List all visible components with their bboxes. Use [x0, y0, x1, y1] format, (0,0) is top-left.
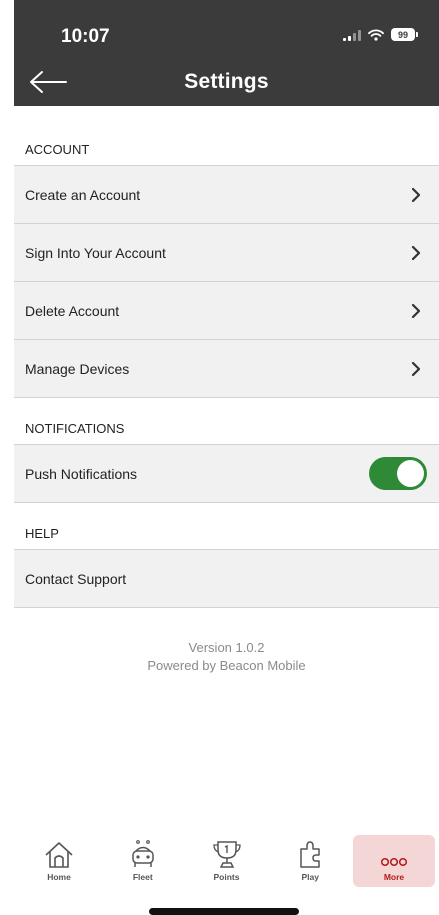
section-header-help: HELP — [14, 503, 439, 550]
create-account-row[interactable]: Create an Account — [14, 166, 439, 224]
puzzle-icon — [300, 841, 320, 868]
section-header-notifications: NOTIFICATIONS — [14, 398, 439, 445]
row-label: Push Notifications — [25, 465, 138, 482]
row-label: Sign Into Your Account — [25, 244, 166, 261]
tab-points[interactable]: Points — [186, 835, 268, 887]
tab-fleet[interactable]: Fleet — [102, 835, 184, 887]
chevron-right-icon — [411, 303, 421, 318]
more-dots-icon — [380, 857, 408, 867]
tab-label: More — [383, 872, 405, 882]
tab-label: Home — [47, 872, 71, 882]
status-icons: 99 — [343, 28, 418, 41]
house-icon — [45, 842, 73, 868]
battery-icon: 99 — [391, 28, 418, 41]
manage-devices-row[interactable]: Manage Devices — [14, 340, 439, 398]
powered-by-text: Powered by Beacon Mobile — [147, 658, 306, 673]
chevron-right-icon — [411, 245, 421, 260]
trophy-icon — [212, 841, 241, 868]
tab-label: Fleet — [132, 872, 153, 882]
tab-home[interactable]: Home — [18, 835, 100, 887]
row-label: Create an Account — [25, 186, 141, 203]
push-notifications-row: Push Notifications — [14, 445, 439, 503]
tab-label: Points — [213, 872, 240, 882]
push-notifications-toggle[interactable] — [369, 457, 427, 490]
wifi-icon — [368, 28, 384, 41]
bottom-tab-bar: Home Fleet Points Play More — [14, 835, 439, 890]
contact-support-row[interactable]: Contact Support — [14, 550, 439, 608]
toggle-knob — [397, 460, 424, 487]
section-header-account: ACCOUNT — [14, 106, 439, 166]
page-title: Settings — [184, 70, 269, 93]
home-indicator[interactable] — [149, 908, 299, 915]
tab-more[interactable]: More — [353, 835, 435, 887]
status-time: 10:07 — [61, 26, 110, 47]
sign-in-row[interactable]: Sign Into Your Account — [14, 224, 439, 282]
row-label: Contact Support — [25, 570, 127, 587]
version-text: Version 1.0.2 — [188, 640, 265, 655]
row-label: Delete Account — [25, 302, 120, 319]
cellular-signal-icon — [343, 29, 361, 41]
chevron-right-icon — [411, 187, 421, 202]
car-icon — [132, 840, 154, 867]
row-label: Manage Devices — [25, 360, 130, 377]
tab-label: Play — [301, 872, 320, 882]
app-header: 10:07 99 Settings — [14, 0, 439, 106]
delete-account-row[interactable]: Delete Account — [14, 282, 439, 340]
settings-list: ACCOUNT Create an Account Sign Into Your… — [14, 106, 439, 608]
tab-play[interactable]: Play — [269, 835, 351, 887]
chevron-right-icon — [411, 361, 421, 376]
